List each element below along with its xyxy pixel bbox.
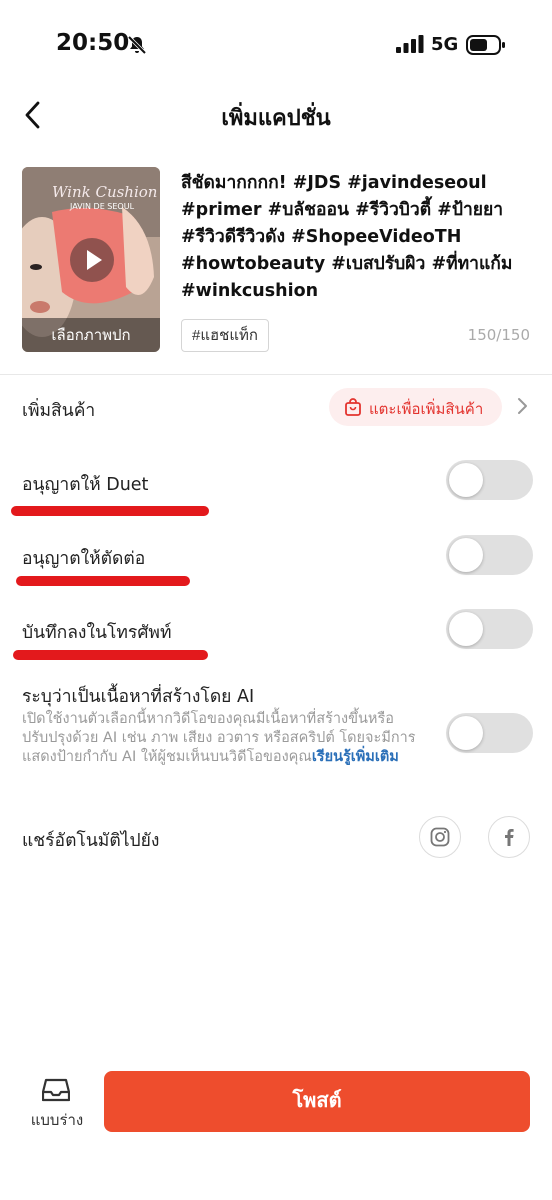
auto-share-label: แชร์อัตโนมัติไปยัง <box>22 831 160 851</box>
chevron-right-icon[interactable] <box>516 397 528 415</box>
drafts-label[interactable]: แบบร่าง <box>22 1108 92 1132</box>
hashtag-button[interactable]: #แฮชแท็ก <box>181 319 269 352</box>
svg-text:JAVIN DE SEOUL: JAVIN DE SEOUL <box>69 202 135 211</box>
toggle-knob <box>449 716 483 750</box>
select-cover-label[interactable]: เลือกภาพปก <box>22 318 160 352</box>
instagram-icon <box>430 827 450 847</box>
video-thumbnail[interactable]: Wink Cushion JAVIN DE SEOUL เลือกภาพปก <box>22 167 160 352</box>
toggle-knob <box>449 538 483 572</box>
allow-duet-label: อนุญาตให้ Duet <box>22 475 149 495</box>
caption-text[interactable]: สีชัดมากกกก! #JDS #javindeseoul #primer … <box>181 170 531 305</box>
char-count: 150/150 <box>467 326 530 344</box>
status-bar: 20:50 5G <box>0 0 552 90</box>
status-time: 20:50 <box>56 30 130 56</box>
play-icon[interactable] <box>69 237 115 283</box>
save-to-phone-label: บันทึกลงในโทรศัพท์ <box>22 623 172 643</box>
facebook-icon <box>505 829 514 846</box>
ai-content-label: ระบุว่าเป็นเนื้อหาที่สร้างโดย AI <box>22 687 255 707</box>
shopping-bag-icon <box>345 398 361 416</box>
svg-text:Wink Cushion: Wink Cushion <box>52 183 157 201</box>
page-title: เพิ่มแคปชั่น <box>221 106 331 131</box>
drafts-inbox-icon[interactable] <box>42 1078 70 1102</box>
battery-icon <box>466 35 505 55</box>
red-underline-annotation <box>13 650 208 660</box>
divider <box>0 374 552 375</box>
bell-muted-icon <box>127 35 147 55</box>
network-type: 5G <box>431 34 459 55</box>
red-underline-annotation <box>11 506 209 516</box>
instagram-share-button[interactable] <box>419 816 461 858</box>
add-product-button[interactable]: แตะเพื่อเพิ่มสินค้า <box>329 388 502 426</box>
facebook-share-button[interactable] <box>488 816 530 858</box>
signal-icon <box>396 35 424 53</box>
add-product-label: เพิ่มสินค้า <box>22 401 96 421</box>
add-product-button-label: แตะเพื่อเพิ่มสินค้า <box>369 400 484 418</box>
red-underline-annotation <box>16 576 190 586</box>
header: เพิ่มแคปชั่น <box>0 90 552 142</box>
allow-stitch-label: อนุญาตให้ตัดต่อ <box>22 549 146 569</box>
save-to-phone-toggle[interactable] <box>446 609 533 649</box>
post-button[interactable]: โพสต์ <box>104 1071 530 1132</box>
ai-content-toggle[interactable] <box>446 713 533 753</box>
allow-stitch-toggle[interactable] <box>446 535 533 575</box>
toggle-knob <box>449 463 483 497</box>
ai-content-description: เปิดใช้งานตัวเลือกนี้หากวิดีโอของคุณมีเน… <box>22 710 422 767</box>
allow-duet-toggle[interactable] <box>446 460 533 500</box>
toggle-knob <box>449 612 483 646</box>
learn-more-link[interactable]: เรียนรู้เพิ่มเติม <box>312 749 399 765</box>
